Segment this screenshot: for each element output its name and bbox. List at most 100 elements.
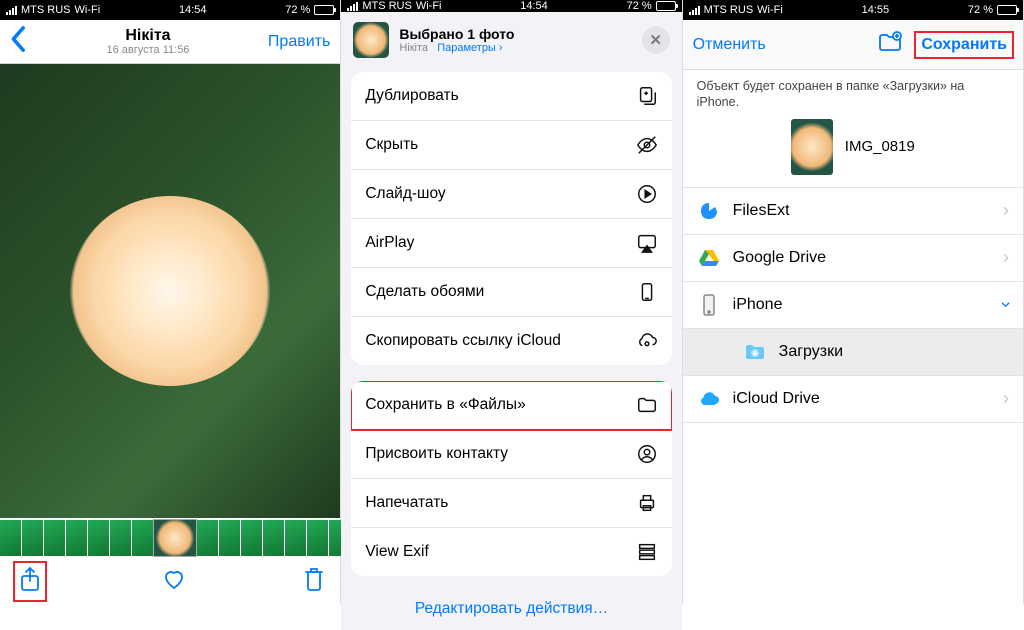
location-label: iCloud Drive bbox=[733, 390, 991, 408]
action-group-2: Сохранить в «Файлы» Присвоить контакту Н… bbox=[351, 381, 671, 576]
folder-plus-icon bbox=[877, 31, 903, 53]
status-bar: MTS RUS Wi-Fi 14:54 72 % bbox=[341, 0, 681, 12]
person-circle-icon bbox=[636, 443, 658, 465]
thumbnail-selected[interactable] bbox=[154, 520, 196, 556]
carrier-label: MTS RUS bbox=[362, 0, 412, 12]
wifi-label: Wi-Fi bbox=[416, 0, 442, 12]
battery-icon bbox=[997, 5, 1017, 15]
battery-icon bbox=[656, 1, 676, 11]
action-label: Напечатать bbox=[365, 494, 635, 512]
location-gdrive[interactable]: Google Drive › bbox=[683, 234, 1023, 281]
wifi-label: Wi-Fi bbox=[757, 4, 783, 16]
share-params-link[interactable]: Параметры › bbox=[437, 42, 502, 54]
action-save-to-files[interactable]: Сохранить в «Файлы» bbox=[351, 381, 671, 430]
battery-pct: 72 % bbox=[968, 4, 993, 16]
status-time: 14:54 bbox=[520, 0, 548, 12]
action-label: Скрыть bbox=[365, 136, 635, 154]
share-title: Выбрано 1 фото bbox=[399, 26, 514, 42]
file-name[interactable]: IMG_0819 bbox=[845, 138, 915, 155]
chevron-left-icon bbox=[10, 25, 28, 53]
action-copy-icloud-link[interactable]: Скопировать ссылку iCloud bbox=[351, 317, 671, 365]
action-label: Сделать обоями bbox=[365, 283, 635, 301]
location-label: Загрузки bbox=[779, 343, 1009, 361]
location-label: FilesExt bbox=[733, 202, 991, 220]
downloads-folder-icon bbox=[743, 340, 767, 364]
heart-icon bbox=[162, 566, 186, 592]
duplicate-icon bbox=[636, 85, 658, 107]
battery-icon bbox=[314, 5, 334, 15]
status-bar: MTS RUS Wi-Fi 14:54 72 % bbox=[0, 0, 340, 20]
location-downloads[interactable]: Загрузки bbox=[683, 328, 1023, 375]
nav-bar: Отменить Сохранить bbox=[683, 20, 1023, 70]
phone-3-save-location: MTS RUS Wi-Fi 14:55 72 % Отменить Сохран… bbox=[683, 0, 1024, 604]
phone-icon bbox=[636, 281, 658, 303]
save-button[interactable]: Сохранить bbox=[915, 32, 1013, 58]
signal-icon bbox=[6, 6, 17, 15]
status-time: 14:54 bbox=[179, 4, 207, 16]
title-text: Нікіта bbox=[106, 27, 189, 45]
location-icloud[interactable]: iCloud Drive › bbox=[683, 375, 1023, 423]
action-label: View Exif bbox=[365, 543, 635, 561]
printer-icon bbox=[636, 492, 658, 514]
action-print[interactable]: Напечатать bbox=[351, 479, 671, 528]
bottom-toolbar bbox=[0, 558, 340, 604]
nav-bar: Нікіта 16 августа 11:56 Править bbox=[0, 20, 340, 64]
edit-button[interactable]: Править bbox=[268, 33, 330, 51]
subtitle-text: 16 августа 11:56 bbox=[106, 44, 189, 56]
file-preview: IMG_0819 bbox=[683, 115, 1023, 187]
share-icon bbox=[18, 566, 42, 592]
action-duplicate[interactable]: Дублировать bbox=[351, 72, 671, 121]
action-label: Дублировать bbox=[365, 87, 635, 105]
action-hide[interactable]: Скрыть bbox=[351, 121, 671, 170]
cloud-link-icon bbox=[636, 330, 658, 352]
action-label: Слайд-шоу bbox=[365, 185, 635, 203]
icloud-icon bbox=[697, 387, 721, 411]
location-filesext[interactable]: FilesExt › bbox=[683, 187, 1023, 234]
battery-pct: 72 % bbox=[627, 0, 652, 12]
iphone-icon bbox=[697, 293, 721, 317]
phone-1-photos: MTS RUS Wi-Fi 14:54 72 % Нікіта 16 авгус… bbox=[0, 0, 341, 604]
airplay-icon bbox=[636, 232, 658, 254]
photo-viewer[interactable] bbox=[0, 64, 340, 518]
wifi-label: Wi-Fi bbox=[75, 4, 101, 16]
delete-button[interactable] bbox=[302, 566, 326, 597]
save-message: Объект будет сохранен в папке «Загрузки»… bbox=[683, 70, 1023, 115]
photo-content bbox=[70, 196, 270, 386]
nav-title: Нікіта 16 августа 11:56 bbox=[106, 27, 189, 57]
battery-pct: 72 % bbox=[285, 4, 310, 16]
file-thumbnail bbox=[791, 119, 833, 175]
action-label: Скопировать ссылку iCloud bbox=[365, 332, 635, 350]
eye-slash-icon bbox=[636, 134, 658, 156]
back-button[interactable] bbox=[10, 25, 28, 58]
action-label: Присвоить контакту bbox=[365, 445, 635, 463]
favorite-button[interactable] bbox=[162, 566, 186, 597]
action-group-1: Дублировать Скрыть Слайд-шоу AirPlay Сде… bbox=[351, 72, 671, 365]
thumbnail-strip[interactable] bbox=[0, 518, 340, 558]
location-label: Google Drive bbox=[733, 249, 991, 267]
carrier-label: MTS RUS bbox=[21, 4, 71, 16]
share-thumbnail bbox=[353, 22, 389, 58]
location-list: FilesExt › Google Drive › iPhone › Загру… bbox=[683, 187, 1023, 423]
action-wallpaper[interactable]: Сделать обоями bbox=[351, 268, 671, 317]
signal-icon bbox=[689, 6, 700, 15]
location-iphone[interactable]: iPhone › bbox=[683, 281, 1023, 328]
exif-icon bbox=[636, 541, 658, 563]
share-button[interactable] bbox=[14, 562, 46, 601]
chevron-right-icon: › bbox=[1003, 247, 1009, 268]
edit-actions-link[interactable]: Редактировать действия… bbox=[341, 588, 681, 630]
action-assign-contact[interactable]: Присвоить контакту bbox=[351, 430, 671, 479]
status-time: 14:55 bbox=[862, 4, 890, 16]
action-label: Сохранить в «Файлы» bbox=[365, 396, 635, 414]
new-folder-button[interactable] bbox=[877, 31, 903, 58]
chevron-down-icon: › bbox=[995, 302, 1016, 308]
action-airplay[interactable]: AirPlay bbox=[351, 219, 671, 268]
close-button[interactable]: ✕ bbox=[642, 26, 670, 54]
chevron-right-icon: › bbox=[1003, 388, 1009, 409]
close-icon: ✕ bbox=[649, 31, 662, 49]
action-slideshow[interactable]: Слайд-шоу bbox=[351, 170, 671, 219]
status-bar: MTS RUS Wi-Fi 14:55 72 % bbox=[683, 0, 1023, 20]
cancel-button[interactable]: Отменить bbox=[693, 36, 766, 54]
action-view-exif[interactable]: View Exif bbox=[351, 528, 671, 576]
action-label: AirPlay bbox=[365, 234, 635, 252]
share-owner: Нікіта bbox=[399, 42, 428, 54]
